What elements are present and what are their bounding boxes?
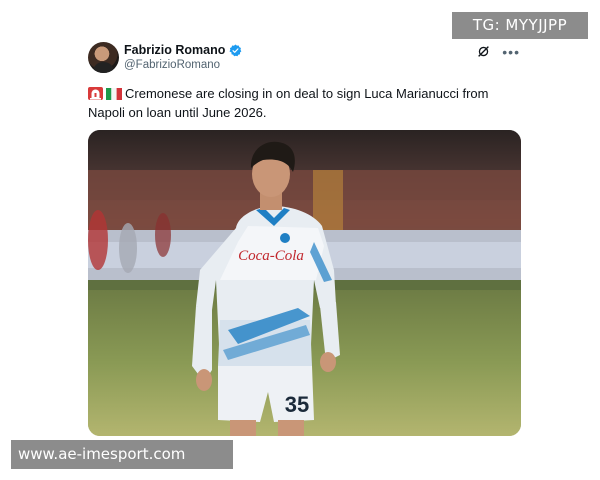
tweet-text: Cremonese are closing in on deal to sign… bbox=[88, 86, 489, 120]
watermark-top: TG: MYYJJPP bbox=[452, 12, 588, 39]
tweet-text-block: Cremonese are closing in on deal to sign… bbox=[88, 84, 518, 122]
player-photo-illustration: Coca-Cola 35 bbox=[88, 130, 521, 436]
verified-badge-icon bbox=[229, 44, 242, 56]
shirt-sponsor: Coca-Cola bbox=[238, 248, 304, 264]
tweet-header: Fabrizio Romano @FabrizioRomano ••• bbox=[88, 42, 528, 74]
siren-emoji-icon bbox=[88, 87, 103, 100]
author-name[interactable]: Fabrizio Romano bbox=[124, 43, 225, 57]
author-handle[interactable]: @FabrizioRomano bbox=[124, 59, 220, 71]
italy-flag-icon bbox=[106, 88, 122, 100]
watermark-bottom: www.ae-imesport.com bbox=[11, 440, 233, 469]
more-options-icon[interactable]: ••• bbox=[502, 45, 520, 59]
shirt-number: 35 bbox=[285, 392, 309, 417]
author-name-row[interactable]: Fabrizio Romano bbox=[124, 43, 242, 57]
grok-icon[interactable] bbox=[477, 45, 490, 58]
avatar[interactable] bbox=[88, 42, 119, 73]
tweet-photo[interactable]: Coca-Cola 35 bbox=[88, 130, 521, 436]
